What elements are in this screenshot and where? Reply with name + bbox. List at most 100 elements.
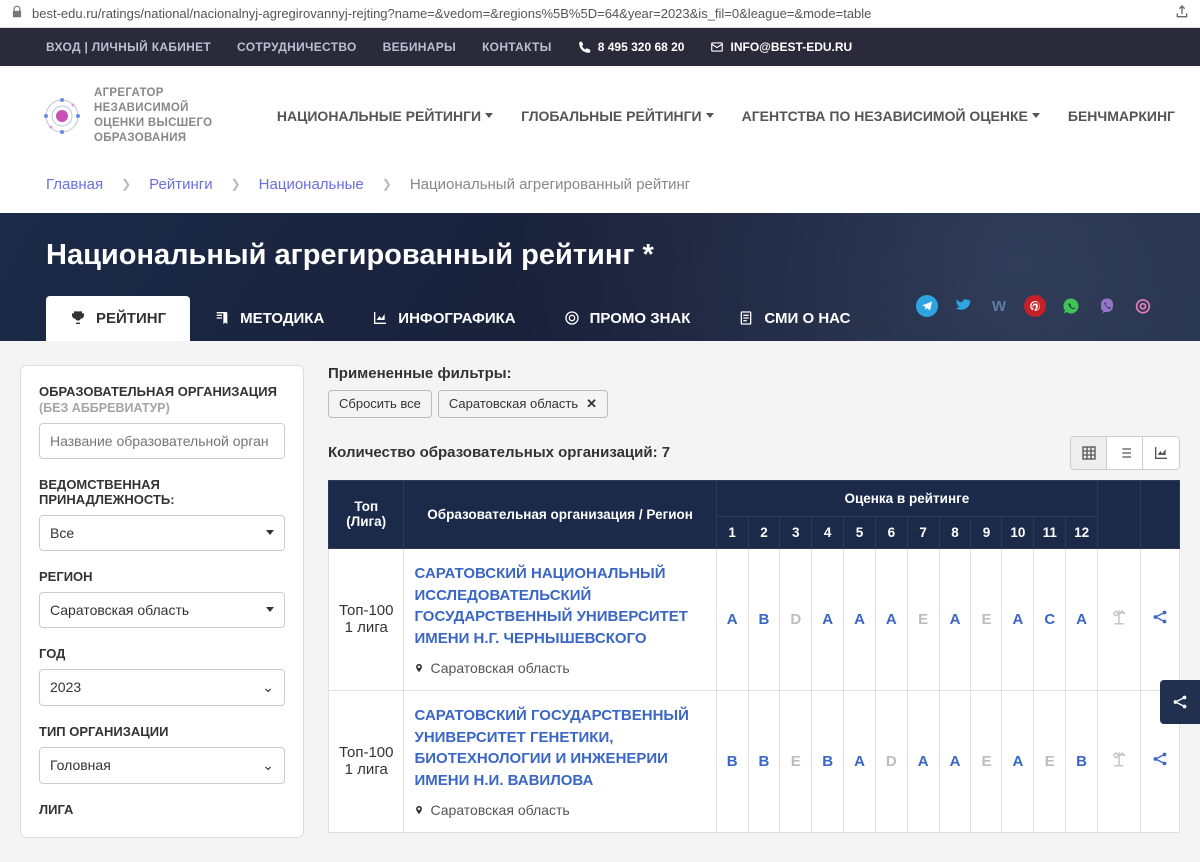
telegram-icon[interactable]	[916, 295, 938, 317]
col-org: Образовательная организация / Регион	[404, 480, 716, 548]
region-select[interactable]: Саратовская область	[39, 592, 285, 628]
cell-compare[interactable]	[1098, 690, 1141, 832]
cell-grade[interactable]: B	[1066, 690, 1098, 832]
col-score-11[interactable]: 11	[1034, 516, 1066, 548]
org-region: Саратовская область	[414, 660, 705, 676]
crumb-national[interactable]: Национальные	[259, 176, 364, 193]
col-score-1[interactable]: 1	[716, 516, 748, 548]
login-link[interactable]: ВХОД | ЛИЧНЫЙ КАБИНЕТ	[46, 40, 211, 54]
pinterest-icon[interactable]	[1024, 295, 1046, 317]
cell-grade[interactable]: A	[939, 690, 971, 832]
cell-grade[interactable]: D	[780, 548, 812, 690]
map-pin-icon	[414, 803, 424, 817]
cell-grade[interactable]: C	[1034, 548, 1066, 690]
webinars-link[interactable]: ВЕБИНАРЫ	[383, 40, 456, 54]
nav-agencies[interactable]: АГЕНТСТВА ПО НЕЗАВИСИМОЙ ОЦЕНКЕ	[742, 108, 1040, 124]
cell-grade[interactable]: E	[971, 548, 1002, 690]
reset-filters-button[interactable]: Сбросить все	[328, 390, 432, 418]
cell-grade[interactable]: A	[844, 548, 876, 690]
cell-top: Топ-1001 лига	[329, 690, 404, 832]
cell-grade[interactable]: A	[875, 548, 907, 690]
col-score-7[interactable]: 7	[907, 516, 939, 548]
cell-grade[interactable]: A	[812, 548, 844, 690]
share-page-icon[interactable]	[1174, 4, 1190, 23]
col-score-4[interactable]: 4	[812, 516, 844, 548]
twitter-icon[interactable]	[952, 295, 974, 317]
filter-chips: Сбросить все Саратовская область✕	[328, 390, 1180, 418]
nav-global[interactable]: ГЛОБАЛЬНЫЕ РЕЙТИНГИ	[521, 108, 714, 124]
view-list-button[interactable]	[1107, 437, 1143, 469]
chevron-down-icon: ⌄	[262, 757, 274, 774]
document-icon	[738, 310, 754, 326]
filter-org-sublabel: (БЕЗ АББРЕВИАТУР)	[39, 401, 285, 415]
address-url[interactable]: best-edu.ru/ratings/national/nacionalnyj…	[32, 6, 1166, 21]
col-score-9[interactable]: 9	[971, 516, 1002, 548]
cell-grade[interactable]: A	[907, 690, 939, 832]
view-table-button[interactable]	[1071, 437, 1107, 469]
cell-grade[interactable]: A	[939, 548, 971, 690]
year-select[interactable]: 2023 ⌄	[39, 669, 285, 706]
filter-chip-region[interactable]: Саратовская область✕	[438, 390, 608, 418]
whatsapp-icon[interactable]	[1060, 295, 1082, 317]
email-contact[interactable]: INFO@BEST-EDU.RU	[710, 40, 852, 54]
social-links: w ◎	[916, 295, 1154, 317]
cell-grade[interactable]: A	[1002, 690, 1034, 832]
nav-national[interactable]: НАЦИОНАЛЬНЫЕ РЕЙТИНГИ	[277, 108, 493, 124]
cell-grade[interactable]: B	[748, 690, 780, 832]
col-score-2[interactable]: 2	[748, 516, 780, 548]
col-score-6[interactable]: 6	[875, 516, 907, 548]
cell-grade[interactable]: B	[716, 690, 748, 832]
share-icon	[1171, 693, 1189, 711]
hero-banner: Национальный агрегированный рейтинг * РЕ…	[0, 213, 1200, 341]
org-link[interactable]: САРАТОВСКИЙ НАЦИОНАЛЬНЫЙ ИССЛЕДОВАТЕЛЬСК…	[414, 563, 705, 650]
cell-grade[interactable]: A	[844, 690, 876, 832]
col-score-3[interactable]: 3	[780, 516, 812, 548]
view-chart-button[interactable]	[1143, 437, 1179, 469]
col-score-10[interactable]: 10	[1002, 516, 1034, 548]
col-score-8[interactable]: 8	[939, 516, 971, 548]
cell-top: Топ-1001 лига	[329, 548, 404, 690]
viber-icon[interactable]	[1096, 295, 1118, 317]
cell-org: САРАТОВСКИЙ НАЦИОНАЛЬНЫЙ ИССЛЕДОВАТЕЛЬСК…	[404, 548, 716, 690]
cell-grade[interactable]: E	[971, 690, 1002, 832]
instagram-icon[interactable]: ◎	[1132, 295, 1154, 317]
cell-share[interactable]	[1141, 548, 1180, 690]
floating-share-button[interactable]	[1160, 680, 1200, 724]
cell-grade[interactable]: A	[716, 548, 748, 690]
col-score-12[interactable]: 12	[1066, 516, 1098, 548]
coop-link[interactable]: СОТРУДНИЧЕСТВО	[237, 40, 357, 54]
department-select[interactable]: Все	[39, 515, 285, 551]
col-score-5[interactable]: 5	[844, 516, 876, 548]
cell-grade[interactable]: E	[1034, 690, 1066, 832]
tab-infographics[interactable]: ИНФОГРАФИКА	[348, 296, 539, 341]
cell-grade[interactable]: B	[748, 548, 780, 690]
cell-grade[interactable]: A	[1066, 548, 1098, 690]
chart-icon	[372, 310, 388, 326]
cell-grade[interactable]: D	[875, 690, 907, 832]
cell-compare[interactable]	[1098, 548, 1141, 690]
tab-press[interactable]: СМИ О НАС	[714, 296, 874, 341]
phone-contact[interactable]: 8 495 320 68 20	[578, 40, 685, 54]
table-row: Топ-1001 лигаСАРАТОВСКИЙ ГОСУДАРСТВЕННЫЙ…	[329, 690, 1180, 832]
crumb-home[interactable]: Главная	[46, 176, 103, 193]
cell-grade[interactable]: E	[907, 548, 939, 690]
org-name-input[interactable]	[39, 423, 285, 459]
vk-icon[interactable]: w	[988, 295, 1010, 317]
contacts-link[interactable]: КОНТАКТЫ	[482, 40, 552, 54]
cell-grade[interactable]: E	[780, 690, 812, 832]
view-mode-buttons	[1070, 436, 1180, 470]
close-icon[interactable]: ✕	[586, 396, 597, 412]
org-type-select[interactable]: Головная ⌄	[39, 747, 285, 784]
crumb-ratings[interactable]: Рейтинги	[149, 176, 212, 193]
tab-rating[interactable]: РЕЙТИНГ	[46, 296, 190, 341]
cell-grade[interactable]: A	[1002, 548, 1034, 690]
cell-grade[interactable]: B	[812, 690, 844, 832]
org-link[interactable]: САРАТОВСКИЙ ГОСУДАРСТВЕННЫЙ УНИВЕРСИТЕТ …	[414, 705, 705, 792]
brand[interactable]: АГРЕГАТОР НЕЗАВИСИМОЙ ОЦЕНКИ ВЫСШЕГО ОБР…	[40, 86, 252, 146]
col-share	[1141, 480, 1180, 548]
filter-sidebar: ОБРАЗОВАТЕЛЬНАЯ ОРГАНИЗАЦИЯ (БЕЗ АББРЕВИ…	[20, 365, 304, 838]
tab-promo[interactable]: ПРОМО ЗНАК	[540, 296, 715, 341]
col-scores: Оценка в рейтинге	[716, 480, 1097, 516]
tab-methodology[interactable]: МЕТОДИКА	[190, 296, 348, 341]
nav-benchmarking[interactable]: БЕНЧМАРКИНГ	[1068, 108, 1175, 124]
